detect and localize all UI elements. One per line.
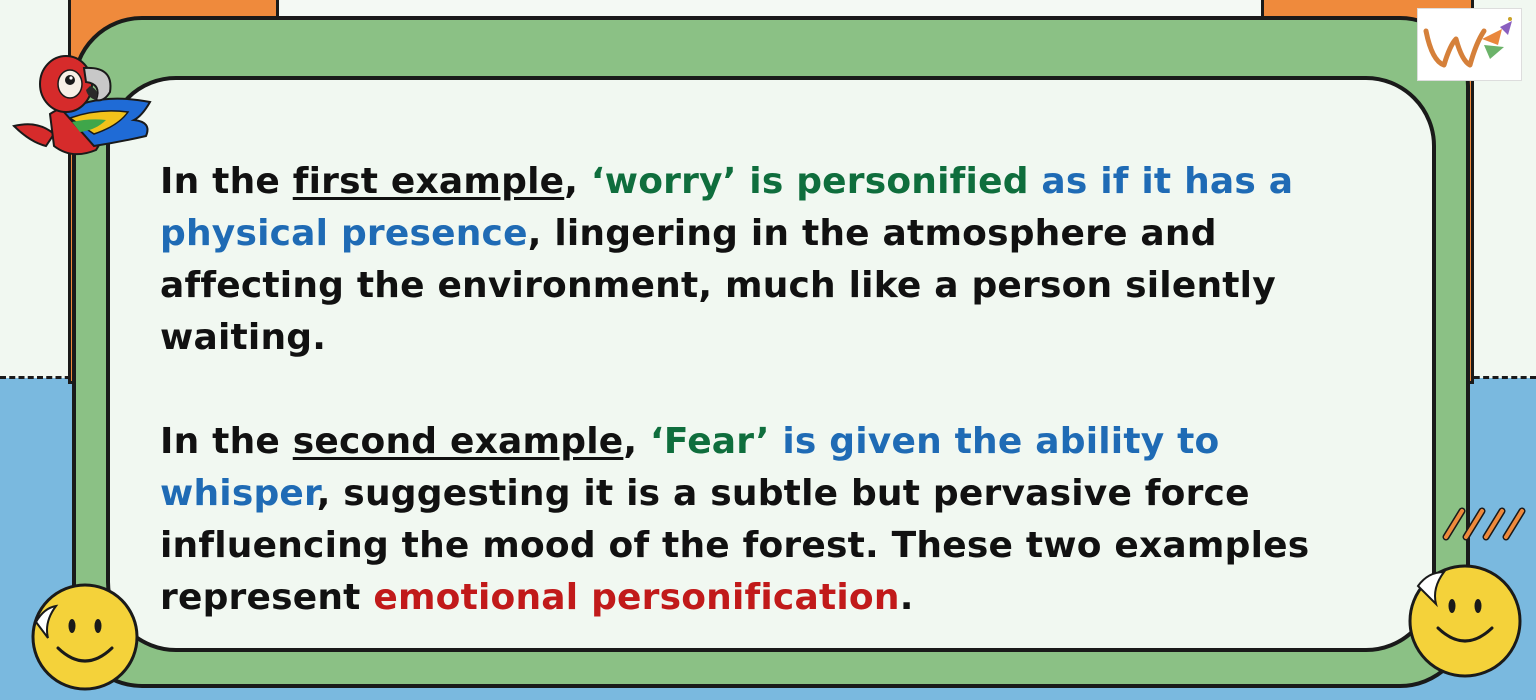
text-run: . xyxy=(899,577,914,618)
logo-icon xyxy=(1417,8,1522,81)
underlined-term: second example xyxy=(292,421,624,462)
red-highlight: emotional personification xyxy=(373,577,900,618)
parrot-icon xyxy=(12,55,152,156)
text-run: In the xyxy=(160,421,293,462)
content-card: In the first example, ‘worry’ is personi… xyxy=(106,76,1436,652)
green-highlight: ‘Fear’ xyxy=(649,421,770,462)
underlined-term: first example xyxy=(292,161,565,202)
text-run: , xyxy=(623,421,650,462)
smiley-icon xyxy=(31,583,139,691)
smiley-icon xyxy=(1408,564,1522,678)
paragraph-second-example: In the second example, ‘Fear’ is given t… xyxy=(160,416,1400,624)
slash-decoration-icon xyxy=(1442,507,1526,541)
green-highlight: ‘worry’ is personified xyxy=(590,161,1029,202)
text-run: In the xyxy=(160,161,293,202)
text-content: In the first example, ‘worry’ is personi… xyxy=(160,156,1400,624)
text-run: , xyxy=(564,161,591,202)
paragraph-first-example: In the first example, ‘worry’ is personi… xyxy=(160,156,1400,364)
